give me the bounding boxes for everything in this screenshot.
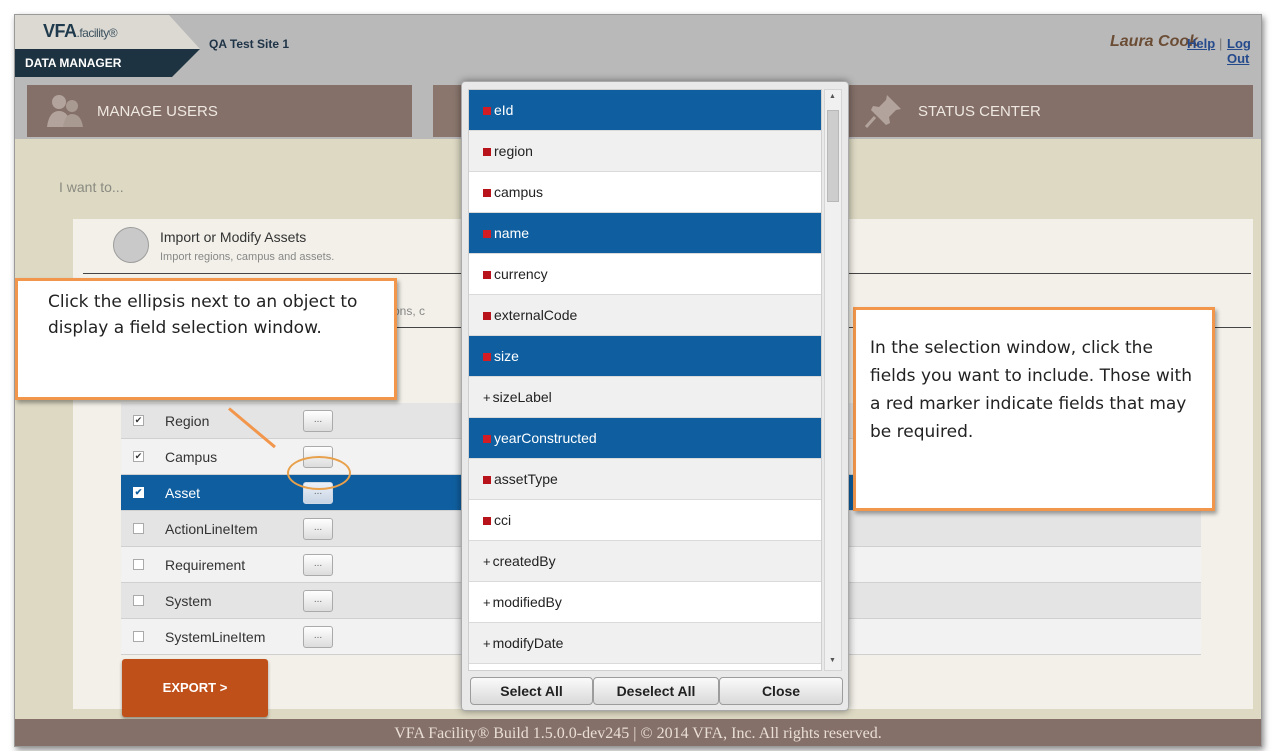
field-item-region[interactable]: region [469,131,821,172]
pushpin-icon [864,95,901,129]
field-name: modifiedBy [492,594,562,610]
object-name: System [165,593,212,609]
field-item-cci[interactable]: cci [469,500,821,541]
required-marker-icon [483,271,491,279]
logo-facility-text: .facility® [76,26,118,40]
field-name: cci [494,512,512,528]
field-name: region [494,143,533,159]
object-name: Asset [165,485,201,501]
row-checkbox[interactable] [133,631,144,642]
field-list[interactable]: eId region campus name currency externalCode s… [468,89,822,671]
required-marker-icon [483,189,491,197]
row-checkbox[interactable]: ✔ [133,451,144,462]
import-option-description: Import regions, campus and assets. [160,251,335,263]
object-name: ActionLineItem [165,521,258,537]
ellipsis-button[interactable]: ... [303,410,333,432]
app-header: VFA.facility® DATA MANAGER QA Test Site … [15,15,1261,77]
required-marker-icon [483,230,491,238]
row-checkbox[interactable] [133,523,144,534]
close-button[interactable]: Close [719,677,843,705]
scroll-thumb[interactable] [827,110,839,202]
row-checkbox[interactable]: ✔ [133,415,144,426]
field-item-assettype[interactable]: assetType [469,459,821,500]
users-icon [47,95,83,127]
ellipsis-highlight-ring [287,456,351,490]
field-name: name [494,225,530,241]
tab-status-center[interactable]: STATUS CENTER [843,85,1253,137]
required-marker-icon [483,353,491,361]
plus-icon: + [483,554,491,569]
select-all-button[interactable]: Select All [470,677,593,705]
required-marker-icon [483,312,491,320]
callout-selection-tip: In the selection window, click the field… [853,307,1215,511]
object-name: SystemLineItem [165,629,266,645]
field-item-sizelabel[interactable]: + sizeLabel [469,377,821,418]
field-item-currency[interactable]: currency [469,254,821,295]
callout-ellipsis-tip: Click the ellipsis next to an object to … [15,278,397,400]
row-checkbox[interactable] [133,559,144,570]
scroll-down-arrow-icon[interactable]: ▼ [829,657,836,664]
header-separator: | [1219,36,1223,51]
row-checkbox[interactable]: ✔ [133,487,144,498]
ellipsis-button[interactable]: ... [303,554,333,576]
plus-icon: + [483,665,491,670]
required-marker-icon [483,517,491,525]
field-item-externalcode[interactable]: externalCode [469,295,821,336]
field-name: assetType [494,471,558,487]
vfa-logo[interactable]: VFA.facility® DATA MANAGER [15,15,200,77]
field-item-modifydate[interactable]: + modifyDate [469,623,821,664]
logo-main-text: VFA [43,21,77,41]
field-name: modifyDate [492,635,564,651]
required-marker-icon [483,107,491,115]
user-name: Laura Cook [1110,33,1199,50]
required-marker-icon [483,148,491,156]
field-selection-window[interactable]: eId region campus name currency externalCode s… [461,81,849,711]
import-radio[interactable] [113,227,149,263]
tab-manage-users-label: MANAGE USERS [97,103,218,120]
field-list-scrollbar[interactable]: ▲ ▼ [824,89,842,671]
field-name: sizeLabel [492,389,552,405]
field-name: externalCode [494,307,578,323]
tab-manage-users[interactable]: MANAGE USERS [27,85,412,137]
site-name: QA Test Site 1 [209,37,290,51]
object-name: Requirement [165,557,246,573]
scroll-up-arrow-icon[interactable]: ▲ [829,93,836,100]
import-option-title: Import or Modify Assets [160,229,307,245]
export-button[interactable]: EXPORT > [122,659,268,717]
logout-link[interactable]: Log Out [1227,36,1261,66]
required-marker-icon [483,435,491,443]
ellipsis-button[interactable]: ... [303,626,333,648]
field-name: createdBy [492,553,556,569]
field-item-yearconstructed[interactable]: yearConstructed [469,418,821,459]
plus-icon: + [483,595,491,610]
object-name: Campus [165,449,218,465]
i-want-to-label: I want to... [59,179,124,195]
deselect-all-button[interactable]: Deselect All [593,677,719,705]
tab-status-center-label: STATUS CENTER [918,103,1041,120]
field-name: eId [494,102,514,118]
ellipsis-button[interactable]: ... [303,518,333,540]
field-item-createdby[interactable]: + createdBy [469,541,821,582]
field-item-size[interactable]: size [469,336,821,377]
field-item-createddate[interactable]: +createdDate [469,664,821,670]
required-marker-icon [483,476,491,484]
row-checkbox[interactable] [133,595,144,606]
field-name: size [494,348,519,364]
field-item-modifiedby[interactable]: + modifiedBy [469,582,821,623]
field-item-name[interactable]: name [469,213,821,254]
plus-icon: + [483,636,491,651]
help-link[interactable]: Help [1187,36,1215,51]
logo-subtitle: DATA MANAGER [25,56,122,70]
ellipsis-button[interactable]: ... [303,590,333,612]
field-name: campus [494,184,544,200]
app-window: VFA.facility® DATA MANAGER QA Test Site … [14,14,1262,747]
plus-icon: + [483,390,491,405]
footer: VFA Facility® Build 1.5.0.0-dev245 | © 2… [15,719,1261,746]
field-item-eid[interactable]: eId [469,90,821,131]
field-item-campus[interactable]: campus [469,172,821,213]
object-name: Region [165,413,210,429]
field-name: currency [494,266,548,282]
field-name: yearConstructed [494,430,597,446]
